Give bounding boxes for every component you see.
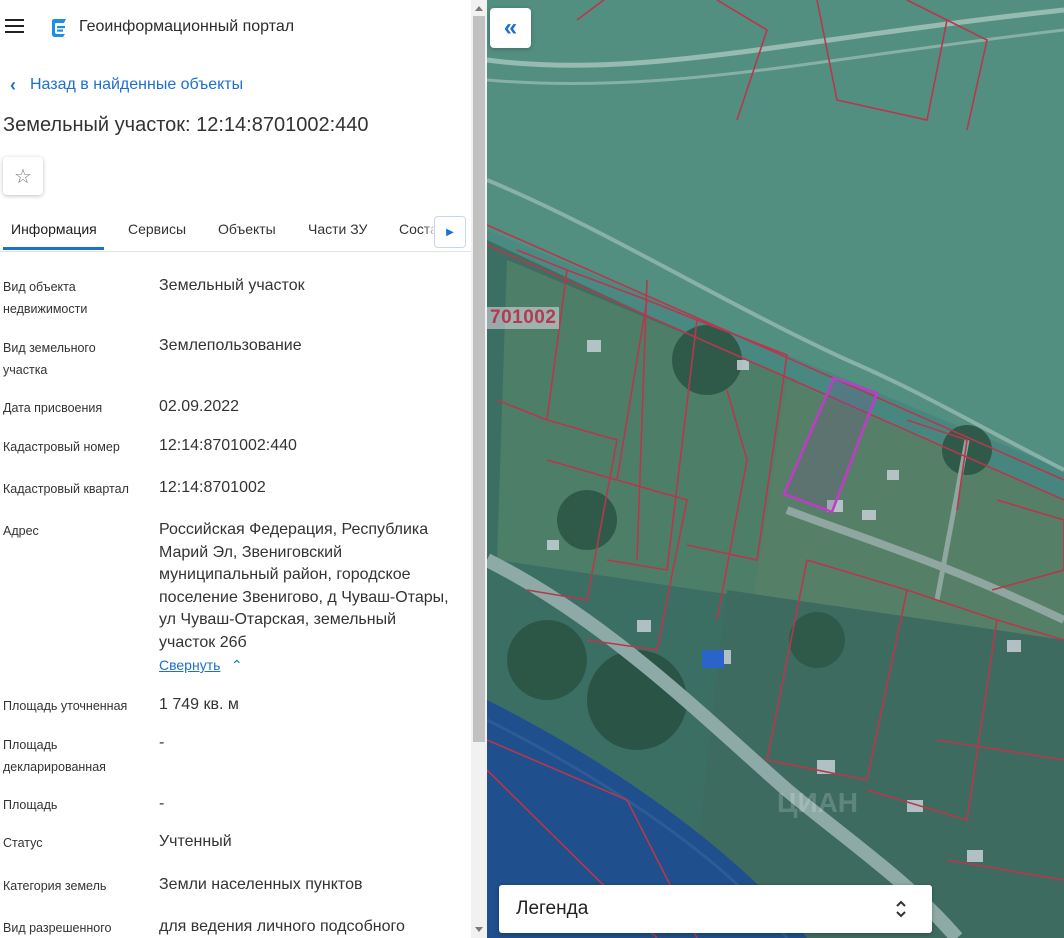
triangle-right-icon: ▶ (446, 226, 454, 238)
app-title: Геоинформационный портал (79, 18, 295, 35)
field-label-area: Площадь (3, 798, 58, 812)
back-link-label: Назад в найденные объекты (30, 76, 244, 93)
field-label-cadastral-quarter: Кадастровый квартал (3, 482, 129, 496)
field-value-cadastral-quarter: 12:14:8701002 (159, 479, 266, 496)
scroll-up-arrow-icon[interactable] (475, 6, 483, 11)
legend-label: Легенда (516, 898, 589, 919)
hamburger-icon[interactable] (5, 19, 24, 35)
page-title: Земельный участок: 12:14:8701002:440 (3, 114, 369, 136)
field-label-address: Адрес (3, 524, 39, 538)
field-label-permitted-use: Вид разрешенного (3, 921, 112, 935)
chevron-up-down-icon[interactable] (894, 896, 908, 922)
satellite-map: ЦИАН (487, 0, 1064, 938)
field-label-land-category: Категория земель (3, 879, 107, 893)
tabs-scroll-right-button[interactable]: ▶ (434, 216, 466, 248)
back-to-results-link[interactable]: ‹ Назад в найденные объекты (10, 74, 243, 96)
tab-objects[interactable]: Объекты (218, 221, 276, 237)
field-value-area-declared: - (159, 734, 165, 751)
field-value-address: Российская Федерация, Республика Марий Э… (159, 521, 449, 651)
favorite-button[interactable]: ☆ (3, 157, 43, 195)
double-chevron-left-icon: « (503, 14, 518, 41)
active-tab-indicator (3, 247, 104, 250)
chevron-up-icon[interactable]: ⌃ (231, 657, 243, 674)
field-label-area-declared: Площадь декларированная (3, 738, 106, 774)
field-label-cadastral-number: Кадастровый номер (3, 440, 120, 454)
field-value-status: Учтенный (159, 833, 232, 850)
tab-parcel-parts[interactable]: Части ЗУ (308, 221, 367, 237)
field-value-area-refined: 1 749 кв. м (159, 696, 239, 713)
scroll-down-arrow-icon[interactable] (475, 927, 483, 932)
map-view[interactable]: ЦИАН (487, 0, 1064, 938)
collapse-panel-button[interactable]: « (490, 8, 531, 48)
tab-services[interactable]: Сервисы (128, 221, 186, 237)
field-value-cadastral-number: 12:14:8701002:440 (159, 437, 297, 454)
field-value-object-type: Земельный участок (159, 277, 305, 294)
field-value-land-category: Земли населенных пунктов (159, 876, 363, 893)
info-panel: Геоинформационный портал ‹ Назад в найде… (0, 0, 471, 938)
field-value-area: - (159, 795, 165, 812)
tab-bar: Информация Сервисы Объекты Части ЗУ Сост… (0, 213, 471, 252)
field-value-assigned-date: 02.09.2022 (159, 398, 240, 415)
field-label-area-refined: Площадь уточненная (3, 699, 128, 713)
star-icon: ☆ (14, 165, 32, 188)
watermark-text: ЦИАН (777, 787, 858, 818)
collapse-address-link[interactable]: Свернуть (159, 657, 220, 673)
cadastral-quarter-map-label: 701002 (487, 307, 560, 329)
field-label-status: Статус (3, 836, 43, 850)
field-value-permitted-use: для ведения личного подсобного (159, 918, 405, 935)
field-label-assigned-date: Дата присвоения (3, 401, 103, 415)
tab-information[interactable]: Информация (11, 221, 97, 237)
field-value-parcel-type: Землепользование (159, 337, 302, 354)
field-label-object-type: Вид объекта недвижимости (3, 280, 88, 316)
chevron-left-icon: ‹ (10, 75, 16, 95)
legend-panel[interactable]: Легенда (499, 885, 932, 933)
field-label-parcel-type: Вид земельного участка (3, 341, 96, 377)
scrollbar-thumb[interactable] (473, 16, 485, 742)
portal-logo-icon (52, 19, 66, 37)
